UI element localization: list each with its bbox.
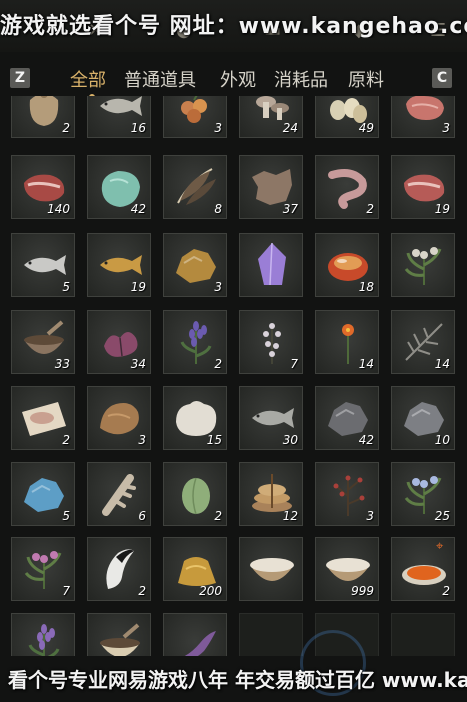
item-quantity: 5 xyxy=(62,509,70,523)
inventory-slot-blue-wildflower[interactable]: 25 xyxy=(391,462,455,526)
item-quantity: 6 xyxy=(138,509,146,523)
tab-all[interactable]: 全部 xyxy=(70,66,106,92)
inventory-slot-eggs[interactable]: 49 xyxy=(315,96,379,138)
inventory-slot-mushrooms[interactable]: 24 xyxy=(239,96,303,138)
inventory-slot-white-fur[interactable]: 15 xyxy=(163,386,227,450)
inventory-slot-herb-bowl[interactable]: 33 xyxy=(11,310,75,374)
inventory-slot-pine-twig[interactable]: 14 xyxy=(391,310,455,374)
item-quantity: 18 xyxy=(358,280,374,294)
item-quantity: 49 xyxy=(358,121,374,135)
item-quantity: 33 xyxy=(54,357,70,371)
inventory-slot-purple-stalk[interactable] xyxy=(11,613,75,656)
item-quantity: 8 xyxy=(214,202,222,216)
item-quantity: 7 xyxy=(62,584,70,598)
inventory-slot-jade-stone[interactable]: 42 xyxy=(87,155,151,219)
inventory-slot-bone-fragment[interactable]: 6 xyxy=(87,462,151,526)
item-quantity: 19 xyxy=(434,202,450,216)
watermark-bottom: 看个号专业网易游戏八年 年交易额过百亿 www.kangehao.com xyxy=(8,668,467,692)
item-quantity: 15 xyxy=(206,433,222,447)
item-quantity: 14 xyxy=(434,357,450,371)
item-quantity: 2 xyxy=(62,121,70,135)
item-quantity: 3 xyxy=(442,121,450,135)
item-quantity: 19 xyxy=(130,280,146,294)
item-quantity: 3 xyxy=(366,509,374,523)
inventory-slot-orange-dish[interactable]: ⌖ 2 xyxy=(391,537,455,601)
item-quantity: 3 xyxy=(138,433,146,447)
category-tabs: Z 全部 普通道具 外观 消耗品 原料 C xyxy=(0,60,467,100)
inventory-slot-red-gem[interactable]: 18 xyxy=(315,233,379,297)
inventory-slot-iron-ore[interactable]: 42 xyxy=(315,386,379,450)
item-quantity: 37 xyxy=(282,202,298,216)
prev-tab-key[interactable]: Z xyxy=(10,68,30,88)
item-quantity: 2 xyxy=(138,584,146,598)
item-quantity: 3 xyxy=(214,280,222,294)
inventory-slot-green-melon[interactable]: 2 xyxy=(163,462,227,526)
inventory-grid: 2 16 3 24 49 3 140 42 8 37 2 19 5 19 3 18 33 34 2 7 14 14 2 3 15… xyxy=(0,96,467,656)
inventory-slot-gold-ore[interactable]: 3 xyxy=(163,233,227,297)
inventory-slot-pork-slab[interactable]: 19 xyxy=(391,155,455,219)
item-quantity: 2 xyxy=(442,584,450,598)
inventory-slot-blue-mineral[interactable]: 5 xyxy=(11,462,75,526)
item-quantity: 10 xyxy=(434,433,450,447)
item-quantity: 2 xyxy=(214,509,222,523)
item-quantity: 5 xyxy=(62,280,70,294)
tab-consumables[interactable]: 消耗品 xyxy=(274,66,328,92)
inventory-slot-stacked-buns[interactable]: 12 xyxy=(239,462,303,526)
item-quantity: 200 xyxy=(199,584,222,598)
item-quantity: 2 xyxy=(214,357,222,371)
item-quantity: 14 xyxy=(358,357,374,371)
inventory-slot-empty-1[interactable] xyxy=(239,613,303,656)
inventory-slot-black-white-tail[interactable]: 2 xyxy=(87,537,151,601)
inventory-slot-grain-sack[interactable]: 2 xyxy=(11,96,75,138)
inventory-slot-raw-sausage[interactable]: 2 xyxy=(315,155,379,219)
inventory-slot-golden-ingot[interactable]: 200 xyxy=(163,537,227,601)
item-quantity: 2 xyxy=(366,202,374,216)
inventory-slot-raw-meat-chunks[interactable]: 3 xyxy=(391,96,455,138)
item-quantity: 24 xyxy=(282,121,298,135)
tab-materials[interactable]: 原料 xyxy=(348,66,384,92)
top-toolbar: ✕ ● ▬ ◆ ☰ 游戏就选看个号 网址：www.kangehao.com xyxy=(0,0,467,52)
inventory-slot-purple-horn[interactable] xyxy=(163,613,227,656)
item-quantity: 12 xyxy=(282,509,298,523)
inventory-slot-carp[interactable]: 19 xyxy=(87,233,151,297)
inventory-slot-red-berry-branch[interactable]: 3 xyxy=(315,462,379,526)
inventory-slot-purple-petals[interactable]: 34 xyxy=(87,310,151,374)
item-quantity: 140 xyxy=(47,202,70,216)
inventory-slot-dark-rock[interactable]: 10 xyxy=(391,386,455,450)
inventory-slot-brown-pelt[interactable]: 3 xyxy=(87,386,151,450)
item-quantity: 42 xyxy=(130,202,146,216)
inventory-slot-white-blossom[interactable]: 7 xyxy=(239,310,303,374)
tracked-target-icon: ⌖ xyxy=(436,539,444,554)
next-tab-key[interactable]: C xyxy=(432,68,452,88)
inventory-slot-salmon[interactable]: 5 xyxy=(11,233,75,297)
inventory-slot-silver-fish[interactable]: 16 xyxy=(87,96,151,138)
item-quantity: 42 xyxy=(358,433,374,447)
inventory-slot-pink-flower-herb[interactable]: 7 xyxy=(11,537,75,601)
item-quantity: 3 xyxy=(214,121,222,135)
inventory-slot-feathers[interactable]: 8 xyxy=(163,155,227,219)
inventory-slot-grey-fish[interactable]: 30 xyxy=(239,386,303,450)
inventory-slot-amethyst[interactable] xyxy=(239,233,303,297)
inventory-slot-meat-on-paper[interactable]: 2 xyxy=(11,386,75,450)
tab-common-items[interactable]: 普通道具 xyxy=(124,66,196,92)
item-quantity: 34 xyxy=(130,357,146,371)
inventory-slot-empty-3[interactable] xyxy=(391,613,455,656)
item-quantity: 16 xyxy=(130,121,146,135)
item-quantity: 2 xyxy=(62,433,70,447)
inventory-slot-white-flower-herb[interactable] xyxy=(391,233,455,297)
inventory-slot-milk-bowl-2[interactable]: 999 xyxy=(315,537,379,601)
inventory-slot-ceramic-pot[interactable] xyxy=(87,613,151,656)
inventory-slot-animal-hide[interactable]: 37 xyxy=(239,155,303,219)
inventory-slot-milk-bowl[interactable] xyxy=(239,537,303,601)
item-quantity: 7 xyxy=(290,357,298,371)
inventory-slot-orange-flower[interactable]: 14 xyxy=(315,310,379,374)
item-quantity: 30 xyxy=(282,433,298,447)
inventory-slot-beef-steak[interactable]: 140 xyxy=(11,155,75,219)
item-quantity: 999 xyxy=(351,584,374,598)
item-quantity: 25 xyxy=(434,509,450,523)
tab-appearance[interactable]: 外观 xyxy=(220,66,256,92)
watermark-top: 游戏就选看个号 网址：www.kangehao.com xyxy=(0,14,467,38)
inventory-slot-berries[interactable]: 3 xyxy=(163,96,227,138)
inventory-slot-lavender[interactable]: 2 xyxy=(163,310,227,374)
